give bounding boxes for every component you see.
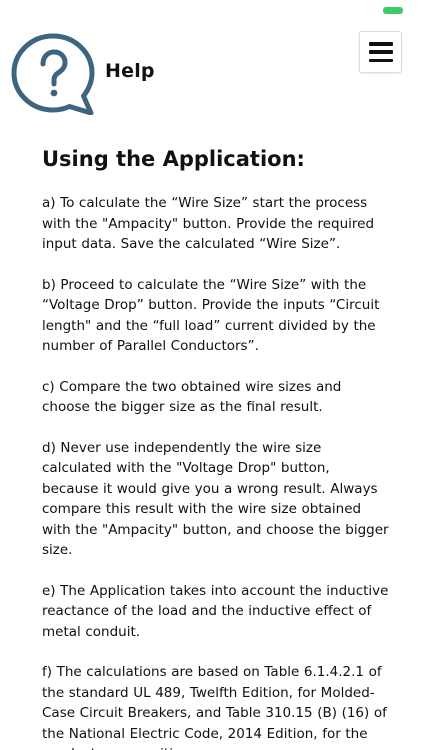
help-paragraph-f: f) The calculations are based on Table 6… bbox=[42, 664, 387, 750]
help-paragraph-b: b) Proceed to calculate the “Wire Size” … bbox=[42, 276, 380, 355]
help-page: Help Using the Application: a) To calcul… bbox=[0, 0, 422, 750]
help-content: a) To calculate the “Wire Size” start th… bbox=[42, 193, 390, 750]
section-title: Using the Application: bbox=[42, 147, 305, 171]
help-paragraph-e: e) The Application takes into account th… bbox=[42, 582, 389, 640]
page-title: Help bbox=[105, 60, 155, 82]
help-paragraph-a: a) To calculate the “Wire Size” start th… bbox=[42, 195, 375, 252]
help-paragraph-c: c) Compare the two obtained wire sizes a… bbox=[42, 378, 342, 416]
menu-button[interactable] bbox=[359, 31, 402, 73]
help-question-icon bbox=[11, 33, 95, 116]
hamburger-menu-icon bbox=[368, 42, 393, 62]
help-paragraph-d: d) Never use independently the wire size… bbox=[42, 439, 389, 559]
status-indicator bbox=[383, 7, 403, 14]
